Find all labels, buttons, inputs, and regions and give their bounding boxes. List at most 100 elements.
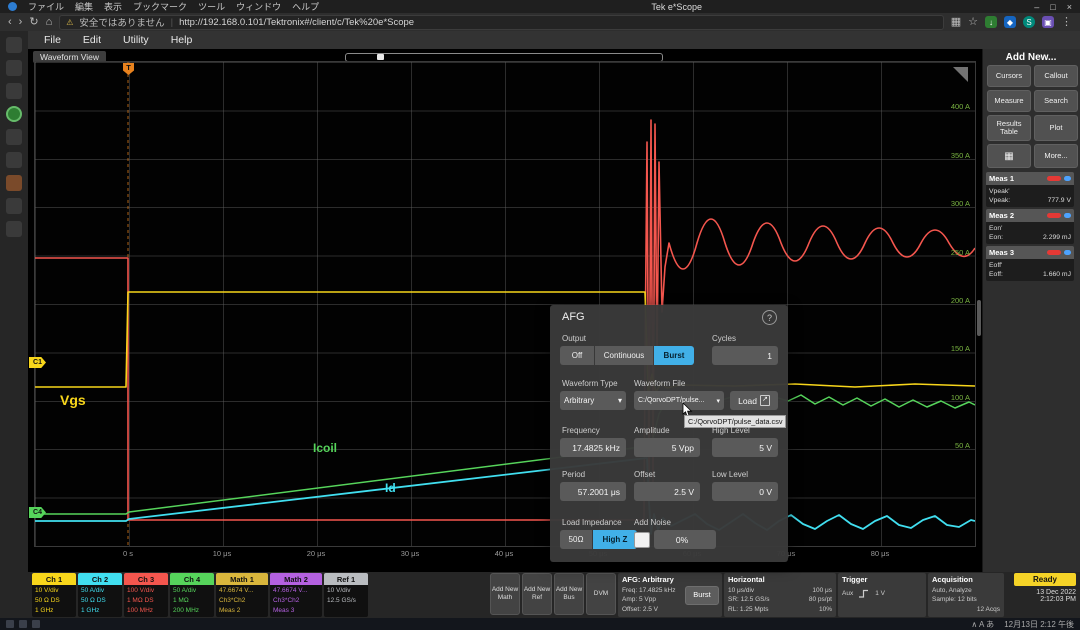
- ch1-badge[interactable]: Ch 1 10 V/div 50 Ω DS 1 GHz: [32, 573, 76, 617]
- minimize-button[interactable]: –: [1034, 2, 1039, 12]
- add-new-ref-button[interactable]: Add New Ref: [522, 573, 552, 615]
- menu-bookmarks-jp[interactable]: ブックマーク: [133, 0, 187, 13]
- close-button[interactable]: ×: [1067, 2, 1072, 12]
- results-table-button[interactable]: Results Table: [987, 115, 1031, 141]
- ch4-badge[interactable]: Ch 4 50 A/div 1 MΩ 200 MHz: [170, 573, 214, 617]
- search-button[interactable]: Search: [1034, 90, 1078, 112]
- trigger-badge[interactable]: Trigger Aux 1 V: [838, 573, 926, 617]
- add-new-math-button[interactable]: Add New Math: [490, 573, 520, 615]
- apps-extension-icon[interactable]: ▣: [1042, 16, 1054, 28]
- callout-button[interactable]: Callout: [1034, 65, 1078, 87]
- dvm-button[interactable]: DVM: [586, 573, 616, 615]
- taskbar-icon-1[interactable]: [6, 620, 14, 628]
- waveform-type-dropdown[interactable]: Arbitrary ▾: [560, 391, 626, 410]
- browser-app-icon[interactable]: [8, 2, 17, 11]
- impedance-50ohm-button[interactable]: 50Ω: [560, 530, 592, 549]
- math1-badge[interactable]: Math 1 47.6674 V... Ch3*Ch2 Meas 2: [216, 573, 268, 617]
- overflow-menu-icon[interactable]: ⋮: [1061, 17, 1072, 28]
- rail-icon-6[interactable]: [6, 152, 22, 168]
- math2-badge[interactable]: Math 2 47.6674 V... Ch3*Ch2 Meas 3: [270, 573, 322, 617]
- shield-extension-icon[interactable]: ◆: [1004, 16, 1016, 28]
- address-bar[interactable]: ⚠ 安全ではありません | http://192.168.0.101/Tektr…: [59, 15, 944, 30]
- ch-bandwidth: 1 GHz: [81, 606, 119, 616]
- low-level-field[interactable]: 0 V: [712, 482, 778, 501]
- afg-readout-badge[interactable]: AFG: Arbitrary Freq: 17.4825 kHz Amp: 5 …: [618, 573, 722, 617]
- math-expression: Ch3*Ch2: [273, 596, 319, 606]
- ch-scale: 50 A/div: [173, 586, 211, 596]
- act-on-event-icon-button[interactable]: ▦: [987, 144, 1031, 168]
- cursors-button[interactable]: Cursors: [987, 65, 1031, 87]
- rail-icon-7[interactable]: [6, 175, 22, 191]
- back-icon[interactable]: ‹: [8, 17, 12, 28]
- insecure-warning-icon: ⚠: [66, 18, 73, 27]
- cycles-field[interactable]: 1: [712, 346, 778, 365]
- help-icon[interactable]: ?: [762, 310, 777, 325]
- menu-help[interactable]: Help: [171, 34, 193, 46]
- zoom-corner-icon[interactable]: [953, 67, 968, 82]
- math-expression: Ch3*Ch2: [219, 596, 265, 606]
- rail-icon-2[interactable]: [6, 60, 22, 76]
- load-button[interactable]: Load ↗: [730, 391, 778, 410]
- rail-icon-5[interactable]: [6, 129, 22, 145]
- menu-file[interactable]: File: [44, 34, 61, 46]
- waveform-file-dropdown[interactable]: C:/QorvoDPT/pulse... ▾: [634, 391, 724, 410]
- url-text: http://192.168.0.101/Tektronix#/client/c…: [179, 17, 414, 28]
- measurement-badge[interactable]: Meas 1 Vpeak' Vpeak: 777.9 V: [986, 172, 1074, 207]
- output-off-button[interactable]: Off: [560, 346, 594, 365]
- menu-edit-jp[interactable]: 編集: [75, 0, 93, 13]
- forward-icon[interactable]: ›: [19, 17, 23, 28]
- rail-icon-1[interactable]: [6, 37, 22, 53]
- bookmark-star-icon[interactable]: ☆: [968, 17, 978, 28]
- menu-help-jp[interactable]: ヘルプ: [292, 0, 319, 13]
- ref1-badge[interactable]: Ref 1 10 V/div 12.5 GS/s: [324, 573, 368, 617]
- afg-burst-button[interactable]: Burst: [685, 586, 719, 605]
- impedance-highz-button[interactable]: High Z: [593, 530, 637, 549]
- s-extension-icon[interactable]: S: [1023, 16, 1035, 28]
- horizontal-pan-bar[interactable]: [345, 53, 663, 62]
- ch2-badge[interactable]: Ch 2 50 A/div 50 Ω DS 1 GHz: [78, 573, 122, 617]
- frequency-field[interactable]: 17.4825 kHz: [560, 438, 626, 457]
- scope-app-icon[interactable]: [6, 106, 22, 122]
- rail-icon-9[interactable]: [6, 221, 22, 237]
- ch3-badge[interactable]: Ch 3 100 V/div 1 MΩ DS 100 MHz: [124, 573, 168, 617]
- rail-icon-3[interactable]: [6, 83, 22, 99]
- acquisition-badge[interactable]: Acquisition Auto, Analyze Sample: 12 bit…: [928, 573, 1004, 617]
- home-icon[interactable]: ⌂: [46, 17, 53, 28]
- plot-button[interactable]: Plot: [1034, 115, 1078, 141]
- add-noise-checkbox[interactable]: [634, 532, 650, 548]
- math-source: Meas 2: [219, 606, 265, 616]
- taskbar-clock[interactable]: 12月13日 2:12 午後: [1004, 619, 1074, 630]
- reload-icon[interactable]: ↻: [29, 17, 38, 28]
- menu-tools-jp[interactable]: ツール: [198, 0, 225, 13]
- menu-file-jp[interactable]: ファイル: [28, 0, 64, 13]
- measurement-badge[interactable]: Meas 3 Eoff' Eoff: 1.660 mJ: [986, 246, 1074, 281]
- tiles-icon[interactable]: ▦: [951, 17, 961, 28]
- horizontal-badge[interactable]: Horizontal 10 μs/div100 μs SR: 12.5 GS/s…: [724, 573, 836, 617]
- measurement-badge[interactable]: Meas 2 Eon' Eon: 2.299 mJ: [986, 209, 1074, 244]
- rail-icon-8[interactable]: [6, 198, 22, 214]
- graticule[interactable]: 400 A 350 A 300 A 250 A 200 A 150 A 100 …: [35, 62, 975, 546]
- output-continuous-button[interactable]: Continuous: [595, 346, 653, 365]
- menu-view-jp[interactable]: 表示: [104, 0, 122, 13]
- add-noise-field[interactable]: 0%: [654, 530, 716, 549]
- more-button[interactable]: More...: [1034, 144, 1078, 168]
- meas-name: Meas 2: [989, 211, 1014, 220]
- taskbar-icon-2[interactable]: [19, 620, 27, 628]
- add-new-bus-button[interactable]: Add New Bus: [554, 573, 584, 615]
- amplitude-field[interactable]: 5 Vpp: [634, 438, 700, 457]
- menu-window-jp[interactable]: ウィンドウ: [236, 0, 281, 13]
- menu-utility[interactable]: Utility: [123, 34, 149, 46]
- taskbar-icon-3[interactable]: [32, 620, 40, 628]
- system-tray-icons[interactable]: ∧ A あ: [971, 619, 994, 630]
- meas-name: Meas 1: [989, 174, 1014, 183]
- output-burst-button[interactable]: Burst: [654, 346, 694, 365]
- download-icon[interactable]: ↓: [985, 16, 997, 28]
- high-level-field[interactable]: 5 V: [712, 438, 778, 457]
- offset-field[interactable]: 2.5 V: [634, 482, 700, 501]
- vertical-scrollbar[interactable]: [977, 300, 981, 336]
- period-field[interactable]: 57.2001 μs: [560, 482, 626, 501]
- menu-edit[interactable]: Edit: [83, 34, 101, 46]
- pan-marker[interactable]: [377, 54, 384, 60]
- maximize-button[interactable]: □: [1050, 2, 1055, 12]
- measure-button[interactable]: Measure: [987, 90, 1031, 112]
